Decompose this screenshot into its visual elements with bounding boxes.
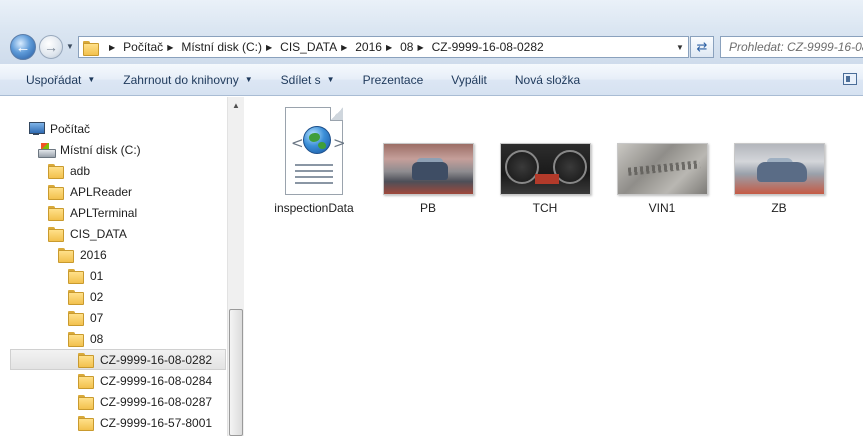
file-item-vin1[interactable]: VIN1 <box>614 105 710 217</box>
drive-icon <box>38 142 56 158</box>
file-name: TCH <box>532 201 558 215</box>
chevron-down-icon: ▼ <box>87 75 96 84</box>
tree-item-cz-9999-16-57-8001[interactable]: CZ-9999-16-57-8001 <box>78 412 212 433</box>
preview-pane-icon[interactable] <box>843 73 857 85</box>
tree-item-local-disk[interactable]: Místní disk (C:) <box>38 139 141 160</box>
photo-thumbnail <box>382 143 474 195</box>
tree-item-cis-data[interactable]: CIS_DATA <box>48 223 127 244</box>
breadcrumb-item[interactable]: CIS_DATA ▶ <box>280 40 355 54</box>
organize-menu[interactable]: Uspořádat ▼ <box>0 64 109 95</box>
chevron-right-icon: ▶ <box>167 42 174 52</box>
address-history-dropdown[interactable]: ▼ <box>672 43 688 52</box>
forward-arrow-icon: → <box>44 39 58 55</box>
folder-icon <box>48 205 64 221</box>
tree-item-01[interactable]: 01 <box>68 265 103 286</box>
chevron-right-icon: ▶ <box>385 42 393 52</box>
breadcrumb-item[interactable]: Místní disk (C:) ▶ <box>181 40 280 54</box>
title-bar: ← → ▼ ▶ Počítač ▶ Místní disk (C:) ▶ CIS_D… <box>0 0 863 64</box>
file-list-pane: < > inspectionData PB TCH VIN1 ZB <box>245 97 863 436</box>
photo-thumbnail <box>499 143 591 195</box>
share-with-menu[interactable]: Sdílet s ▼ <box>267 64 349 95</box>
file-item-inspectiondata[interactable]: < > inspectionData <box>266 105 362 217</box>
tree-item-computer[interactable]: Počítač <box>28 118 90 139</box>
scrollbar-thumb[interactable] <box>229 309 243 436</box>
chevron-right-icon: ▶ <box>266 42 273 52</box>
chevron-right-icon: ▶ <box>341 42 348 52</box>
tree-item-08[interactable]: 08 <box>68 328 103 349</box>
photo-thumbnail <box>616 143 708 195</box>
tree-item-aplreader[interactable]: APLReader <box>48 181 132 202</box>
burn-button[interactable]: Vypálit <box>437 64 501 95</box>
file-item-zb[interactable]: ZB <box>731 105 827 217</box>
breadcrumb-item[interactable]: Počítač ▶ <box>123 40 181 54</box>
web-document-icon: < > <box>283 107 346 197</box>
file-name: VIN1 <box>648 201 676 215</box>
file-name: inspectionData <box>274 201 354 215</box>
address-bar[interactable]: ▶ Počítač ▶ Místní disk (C:) ▶ CIS_DATA ▶ 2… <box>78 36 689 58</box>
file-item-pb[interactable]: PB <box>380 105 476 217</box>
command-bar: Uspořádat ▼ Zahrnout do knihovny ▼ Sdílet … <box>0 64 863 96</box>
tree-item-02[interactable]: 02 <box>68 286 103 307</box>
scroll-up-arrow-icon[interactable]: ▲ <box>228 97 244 114</box>
breadcrumb-item[interactable]: 2016 ▶ <box>355 40 400 54</box>
breadcrumb-item[interactable]: 08 ▶ <box>400 40 432 54</box>
recent-pages-dropdown[interactable]: ▼ <box>66 42 76 52</box>
tree-item-2016[interactable]: 2016 <box>58 244 107 265</box>
folder-icon <box>68 268 84 284</box>
slideshow-button[interactable]: Prezentace <box>349 64 438 95</box>
folder-icon <box>78 352 94 368</box>
new-folder-button[interactable]: Nová složka <box>501 64 594 95</box>
back-arrow-icon: ← <box>15 38 31 56</box>
folder-icon <box>68 289 84 305</box>
breadcrumb-root-arrow[interactable]: ▶ <box>105 43 123 52</box>
globe-icon <box>303 126 331 154</box>
folder-icon <box>48 163 64 179</box>
folder-icon <box>58 247 74 263</box>
tree-item-cz-9999-16-08-0284[interactable]: CZ-9999-16-08-0284 <box>78 370 212 391</box>
file-item-tch[interactable]: TCH <box>497 105 593 217</box>
breadcrumb-item[interactable]: CZ-9999-16-08-0282 <box>432 40 544 54</box>
back-button[interactable]: ← <box>10 34 36 60</box>
tree-item-07[interactable]: 07 <box>68 307 103 328</box>
folder-icon <box>68 331 84 347</box>
folder-icon <box>83 41 99 56</box>
tree-item-cz-9999-16-08-0282[interactable]: CZ-9999-16-08-0282 <box>10 349 226 370</box>
computer-icon <box>28 121 45 136</box>
folder-icon <box>78 394 94 410</box>
file-name: PB <box>419 201 436 215</box>
file-name: ZB <box>771 201 787 215</box>
refresh-icon: ⇄ <box>696 39 708 54</box>
navigation-pane: Počítač Místní disk (C:) adb APLReader A… <box>0 97 244 436</box>
folder-icon <box>48 184 64 200</box>
search-box[interactable] <box>720 36 863 58</box>
folder-icon <box>78 415 94 431</box>
chevron-down-icon: ▼ <box>244 75 253 84</box>
tree-item-adb[interactable]: adb <box>48 160 90 181</box>
forward-button[interactable]: → <box>39 35 63 59</box>
tree-item-aplterminal[interactable]: APLTerminal <box>48 202 137 223</box>
tree-item-cz-9999-16-08-0287[interactable]: CZ-9999-16-08-0287 <box>78 391 212 412</box>
chevron-down-icon: ▼ <box>326 75 335 84</box>
photo-thumbnail <box>733 143 825 195</box>
folder-icon <box>78 373 94 389</box>
search-input[interactable] <box>721 37 863 57</box>
nav-pane-scrollbar[interactable]: ▲ <box>227 97 244 436</box>
refresh-button[interactable]: ⇄ <box>690 36 714 58</box>
chevron-right-icon: ▶ <box>417 42 424 52</box>
folder-icon <box>68 310 84 326</box>
include-in-library-menu[interactable]: Zahrnout do knihovny ▼ <box>109 64 266 95</box>
folder-icon <box>48 226 64 242</box>
